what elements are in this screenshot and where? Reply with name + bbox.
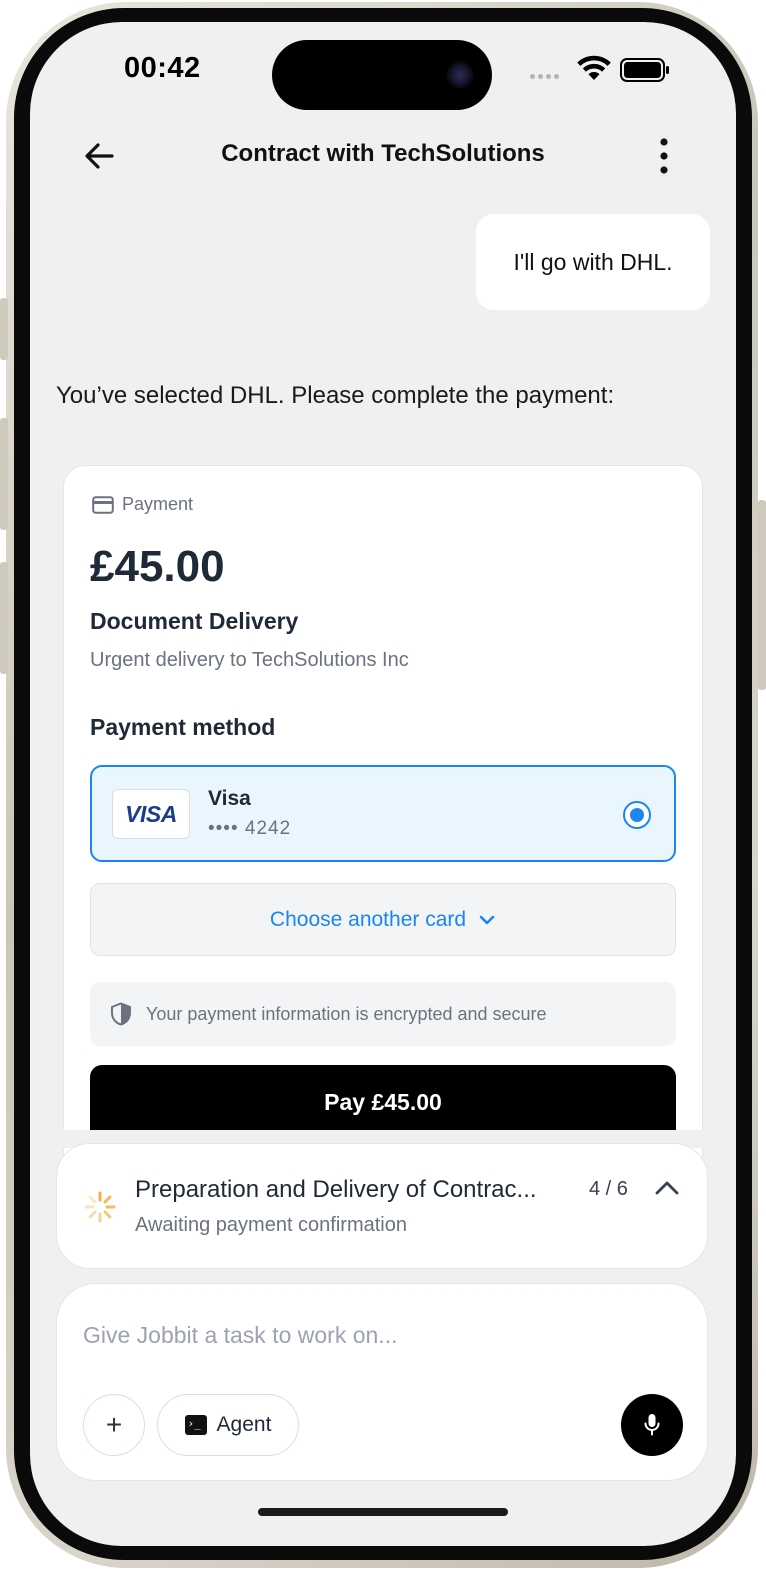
card-radio-button[interactable] bbox=[623, 801, 651, 829]
microphone-icon bbox=[644, 1414, 660, 1436]
battery-icon bbox=[620, 58, 669, 82]
dynamic-island bbox=[272, 40, 492, 110]
credit-card-icon bbox=[92, 495, 114, 514]
microphone-button[interactable] bbox=[621, 1394, 683, 1456]
payment-label: Payment bbox=[122, 494, 194, 514]
chevron-up-icon[interactable] bbox=[653, 1176, 681, 1200]
wifi-icon bbox=[577, 55, 611, 80]
task-title: Preparation and Delivery of Contrac... bbox=[135, 1176, 537, 1203]
task-status-card[interactable]: Preparation and Delivery of Contrac... A… bbox=[56, 1143, 708, 1269]
loading-spinner-icon bbox=[84, 1191, 116, 1223]
camera-icon bbox=[446, 61, 474, 89]
payment-amount: £45.00 bbox=[90, 542, 225, 591]
assistant-message: You’ve selected DHL. Please complete the… bbox=[56, 382, 615, 409]
power-button bbox=[758, 500, 766, 690]
agent-mode-label: Agent bbox=[216, 1413, 272, 1436]
cellular-signal-icon bbox=[530, 74, 559, 79]
security-notice-text: Your payment information is encrypted an… bbox=[146, 1003, 547, 1024]
agent-mode-button[interactable]: Agent bbox=[157, 1394, 299, 1456]
volume-up-button bbox=[0, 418, 8, 530]
card-name: Visa bbox=[208, 787, 251, 810]
payment-label-row: Payment bbox=[92, 494, 193, 515]
choose-another-card-label: Choose another card bbox=[269, 907, 467, 931]
add-attachment-button[interactable]: + bbox=[83, 1394, 145, 1456]
back-arrow-icon[interactable] bbox=[80, 138, 120, 174]
payment-card: Payment £45.00 Document Delivery Urgent … bbox=[63, 465, 703, 1185]
page-title: Contract with TechSolutions bbox=[221, 140, 545, 167]
visa-logo: VISA bbox=[112, 789, 190, 839]
payment-item-description: Urgent delivery to TechSolutions Inc bbox=[90, 649, 409, 671]
volume-down-button bbox=[0, 562, 8, 674]
message-composer: + Agent bbox=[56, 1283, 708, 1481]
task-input[interactable] bbox=[83, 1322, 643, 1349]
task-progress-count: 4 / 6 bbox=[589, 1178, 628, 1200]
more-vertical-icon[interactable] bbox=[648, 136, 680, 176]
payment-method-heading: Payment method bbox=[90, 714, 276, 740]
choose-another-card-button[interactable]: Choose another card bbox=[90, 883, 676, 956]
status-time: 00:42 bbox=[124, 52, 201, 84]
task-status-text: Awaiting payment confirmation bbox=[135, 1214, 407, 1236]
home-indicator bbox=[258, 1508, 508, 1516]
chevron-down-icon bbox=[479, 915, 495, 924]
payment-item-title: Document Delivery bbox=[90, 608, 299, 634]
terminal-icon bbox=[184, 1415, 207, 1435]
screen: 00:42 Contract with TechSolutions I'll g… bbox=[30, 22, 736, 1546]
card-number: •••• 4242 bbox=[208, 818, 292, 839]
shield-icon bbox=[111, 1002, 131, 1026]
security-notice: Your payment information is encrypted an… bbox=[90, 982, 676, 1046]
user-message-bubble: I'll go with DHL. bbox=[476, 214, 710, 310]
selected-card-option[interactable]: VISA Visa •••• 4242 bbox=[90, 765, 676, 862]
action-button bbox=[0, 298, 8, 360]
